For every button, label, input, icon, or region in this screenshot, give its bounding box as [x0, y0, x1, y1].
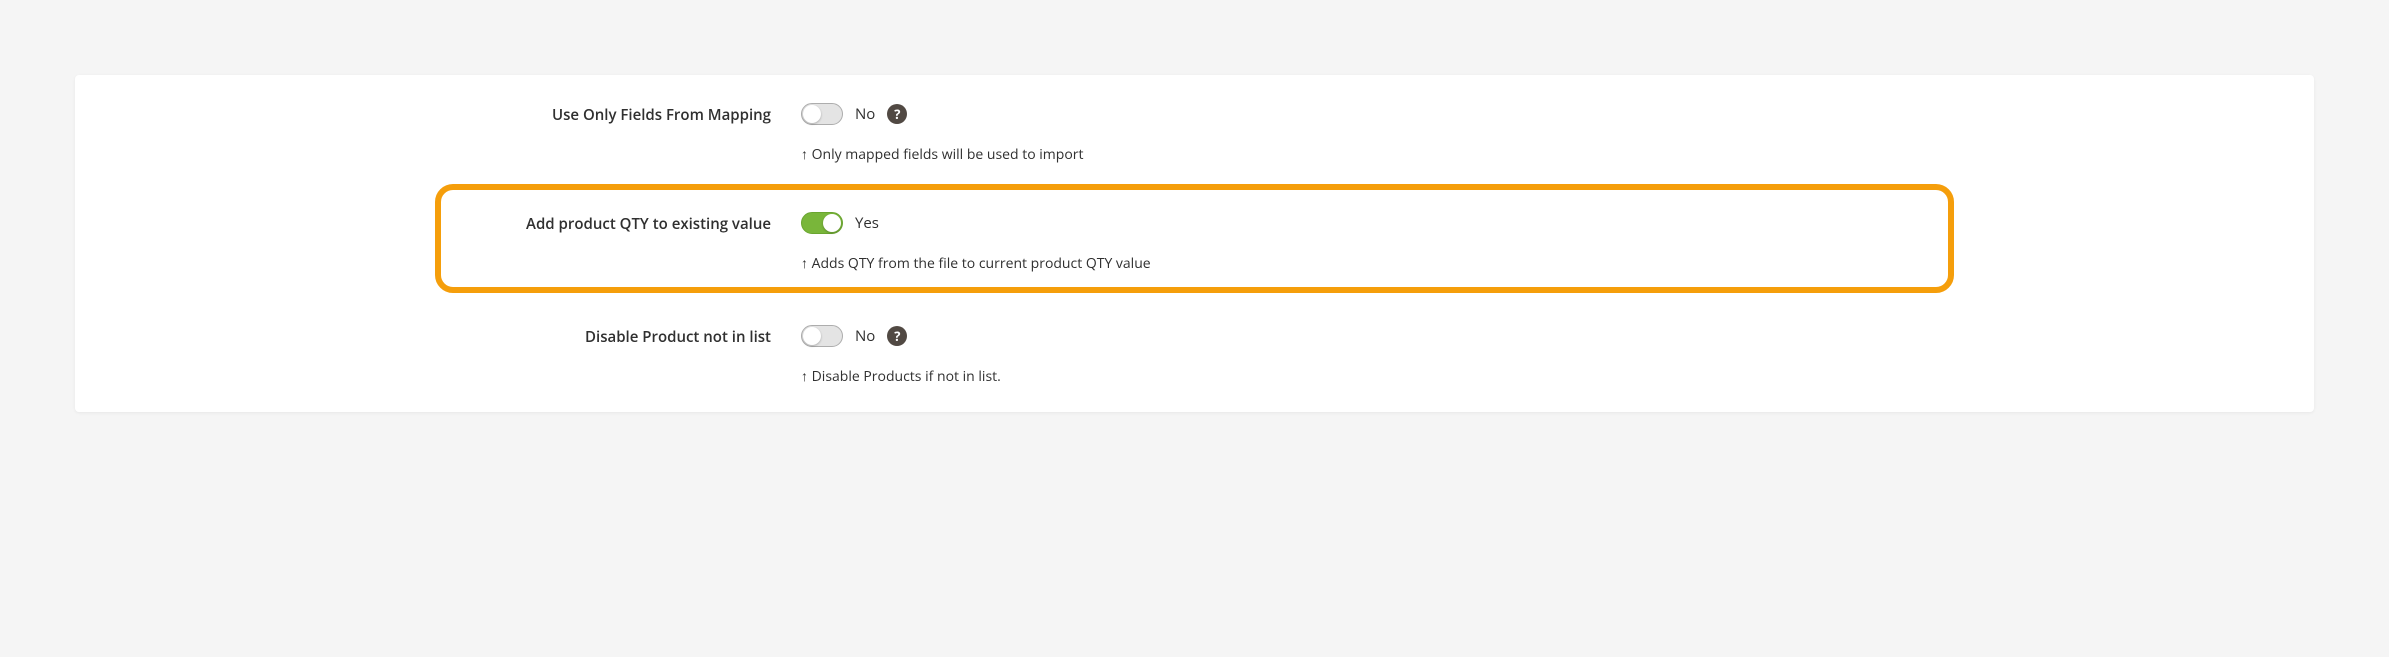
control-line: No ? [801, 103, 1083, 125]
settings-panel: Use Only Fields From Mapping No ? ↑ Only… [75, 75, 2314, 412]
control-line: No ? [801, 325, 1001, 347]
toggle-disable-not-in-list[interactable] [801, 325, 843, 347]
field-disable-not-in-list: Disable Product not in list No ? ↑ Disab… [75, 307, 2314, 392]
toggle-knob [803, 105, 821, 123]
field-hint: ↑ Adds QTY from the file to current prod… [801, 254, 1151, 273]
field-control: Yes ↑ Adds QTY from the file to current … [801, 212, 1151, 273]
toggle-knob [823, 214, 841, 232]
field-label: Use Only Fields From Mapping [105, 103, 801, 125]
help-icon[interactable]: ? [887, 104, 907, 124]
toggle-knob [803, 327, 821, 345]
field-add-qty-highlight: Add product QTY to existing value Yes ↑ … [435, 184, 1954, 293]
field-label: Add product QTY to existing value [471, 212, 801, 234]
field-label: Disable Product not in list [105, 325, 801, 347]
field-hint: ↑ Disable Products if not in list. [801, 367, 1001, 386]
field-control: No ? ↑ Disable Products if not in list. [801, 325, 1001, 386]
toggle-use-only-mapping[interactable] [801, 103, 843, 125]
control-line: Yes [801, 212, 1151, 234]
help-icon[interactable]: ? [887, 326, 907, 346]
field-use-only-mapping: Use Only Fields From Mapping No ? ↑ Only… [75, 85, 2314, 170]
field-control: No ? ↑ Only mapped fields will be used t… [801, 103, 1083, 164]
toggle-state-text: No [855, 104, 875, 124]
toggle-state-text: No [855, 326, 875, 346]
field-hint: ↑ Only mapped fields will be used to imp… [801, 145, 1083, 164]
toggle-state-text: Yes [855, 213, 879, 233]
toggle-add-qty[interactable] [801, 212, 843, 234]
